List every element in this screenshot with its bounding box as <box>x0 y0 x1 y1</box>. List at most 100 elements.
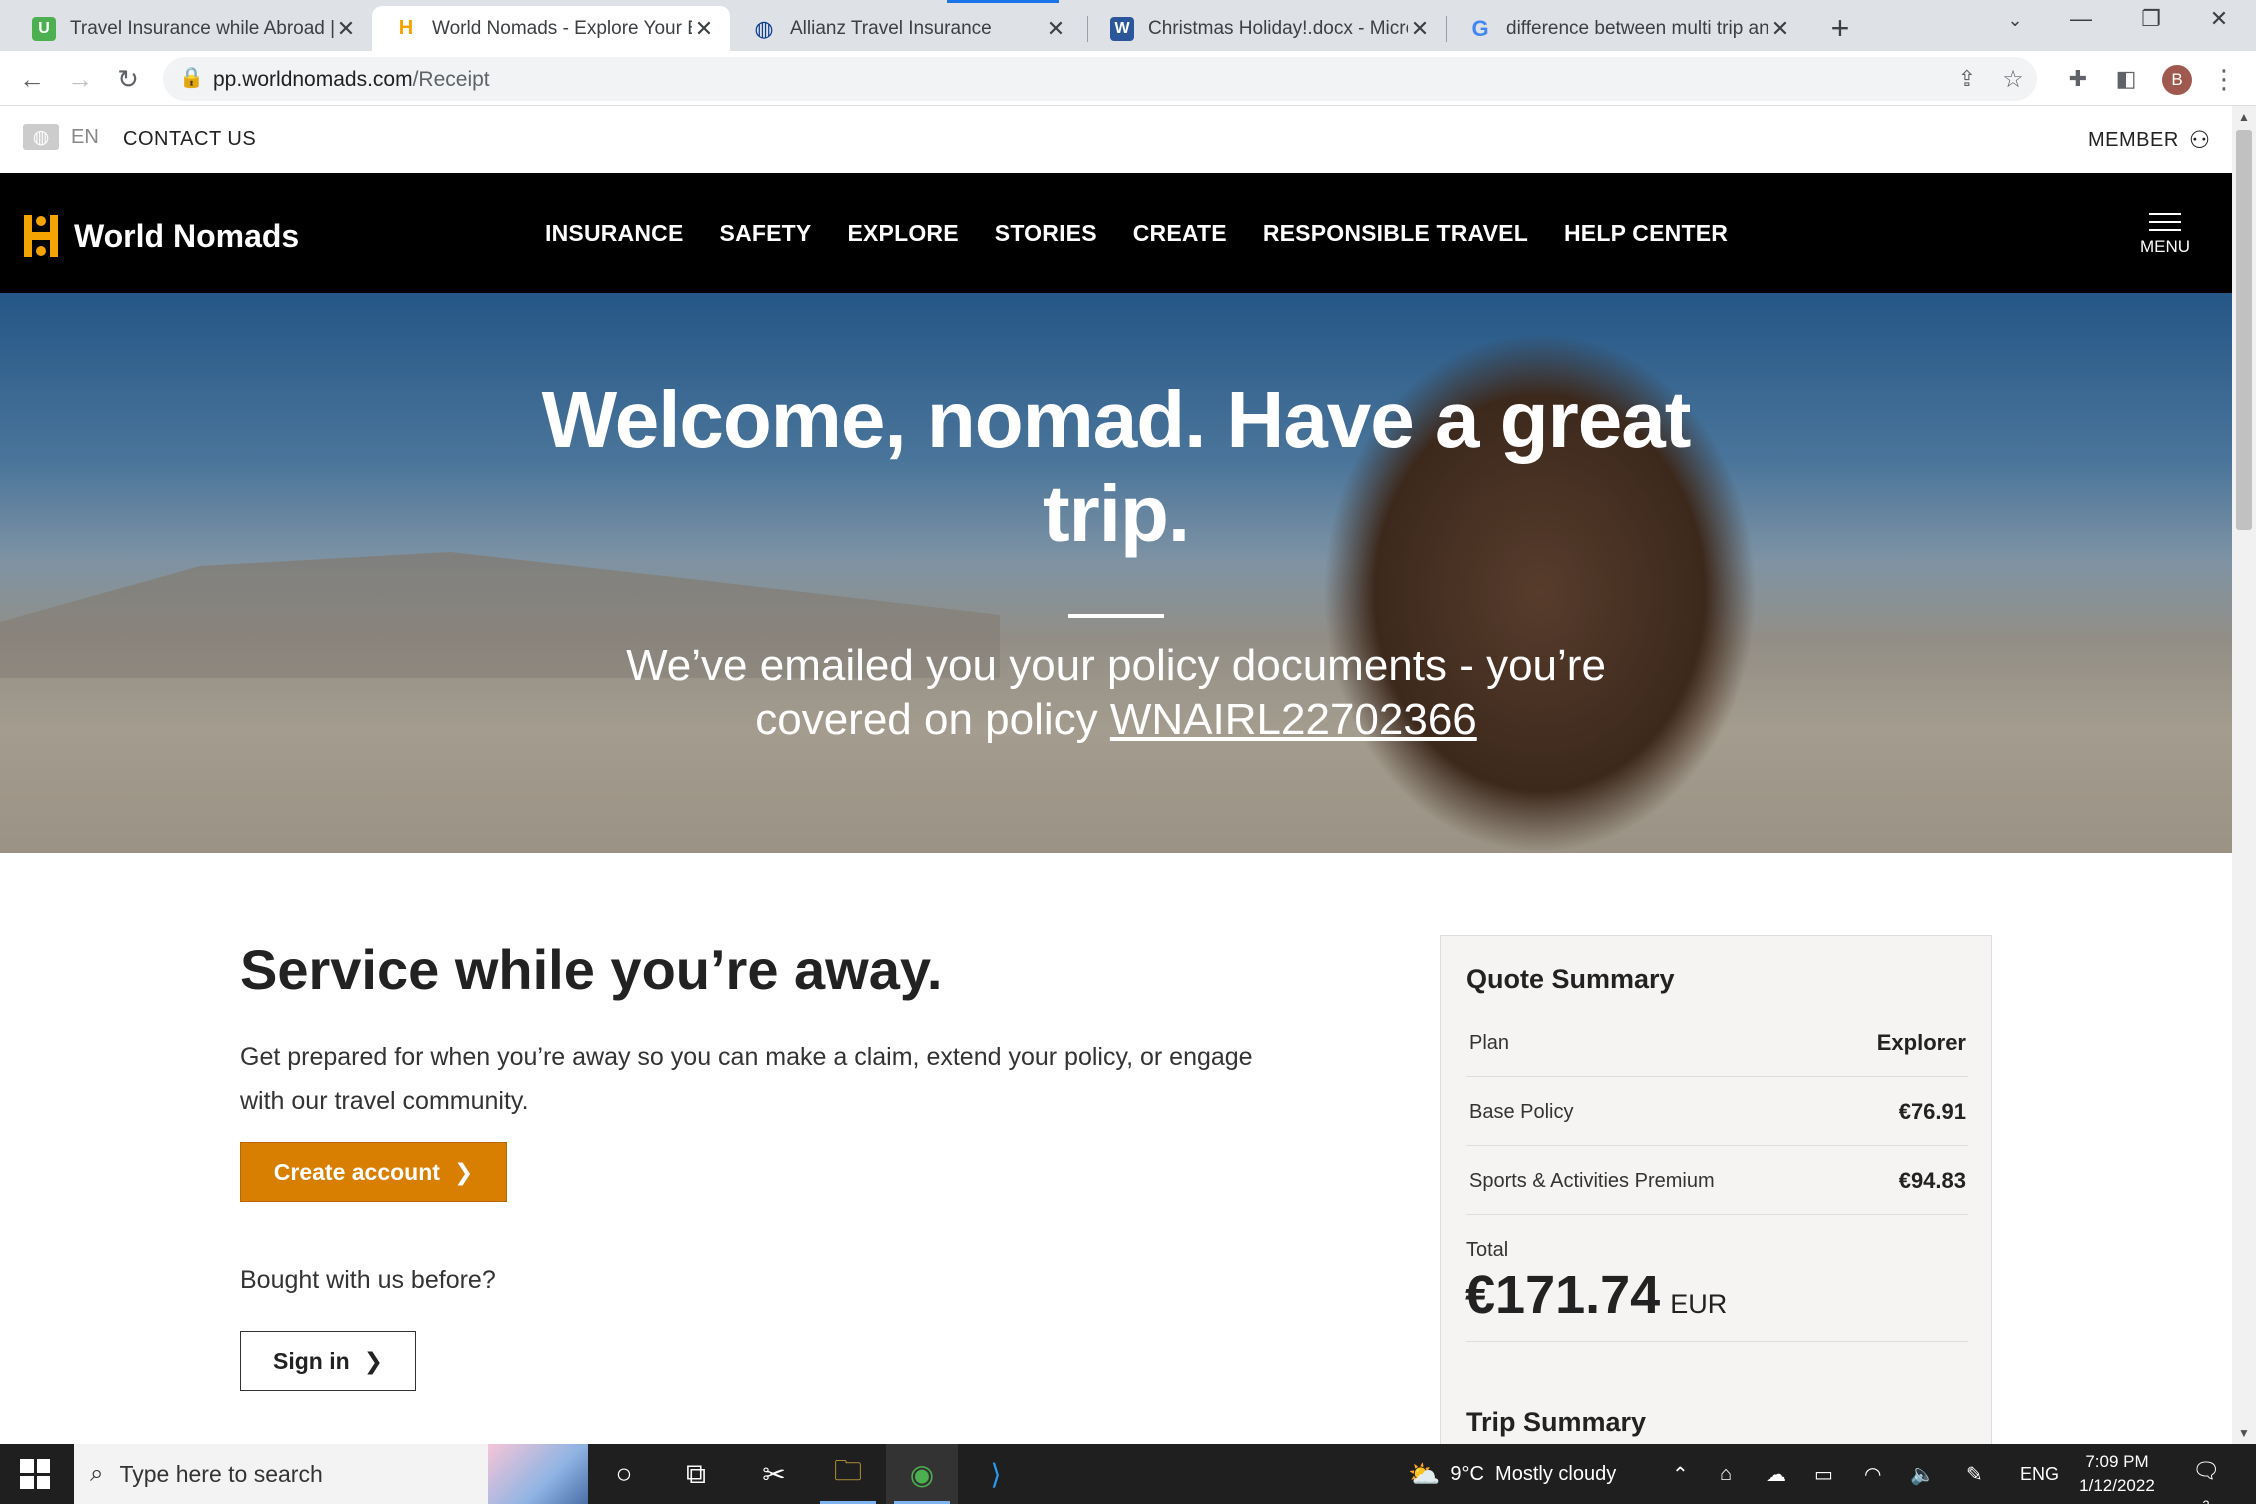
share-icon[interactable]: ⇪ <box>1947 59 1987 99</box>
tab-search-chevron-icon[interactable]: ⌄ <box>1982 10 2048 31</box>
service-heading: Service while you’re away. <box>240 938 943 1001</box>
wifi-icon[interactable]: ◠ <box>1864 1444 1881 1504</box>
nav-help-center[interactable]: HELP CENTER <box>1564 220 1728 247</box>
world-nomads-logo-icon <box>24 215 58 257</box>
create-account-button[interactable]: Create account ❯ <box>240 1142 507 1202</box>
extensions-puzzle-icon[interactable]: ✚ <box>2058 59 2098 99</box>
battery-icon[interactable]: ▭ <box>1814 1444 1833 1504</box>
language-selector[interactable]: ◍ EN <box>23 124 99 150</box>
meet-now-icon[interactable]: ⌂ <box>1720 1444 1732 1504</box>
task-view-icon[interactable]: ⧉ <box>660 1444 732 1504</box>
tab-title: Allianz Travel Insurance <box>790 17 992 39</box>
onedrive-cloud-icon[interactable]: ☁ <box>1766 1444 1786 1504</box>
word-favicon-icon: W <box>1110 16 1134 41</box>
url-path: /Receipt <box>412 68 490 91</box>
address-bar[interactable]: 🔒 pp.worldnomads.com/Receipt ⇪ ☆ <box>163 57 2037 101</box>
notification-count: 2 <box>2202 1497 2209 1504</box>
close-icon[interactable]: ✕ <box>1044 16 1068 42</box>
hero-banner: Welcome, nomad. Have a great trip. We’ve… <box>0 293 2232 853</box>
total-label: Total <box>1466 1239 1509 1261</box>
quote-row-label: Base Policy <box>1469 1101 1574 1123</box>
quote-summary-title: Quote Summary <box>1466 964 1675 994</box>
menu-label: MENU <box>2140 237 2191 256</box>
quote-row-value: Explorer <box>1876 1030 1966 1055</box>
logo-text: World Nomads <box>74 217 300 254</box>
snipping-tool-icon[interactable]: ✂ <box>738 1444 810 1504</box>
tab-loading-indicator <box>947 0 1059 3</box>
total-amount: €171.74 EUR <box>1465 1264 1727 1326</box>
tab-world-nomads[interactable]: H World Nomads - Explore Your Bo ✕ <box>372 6 730 51</box>
total-value: €171.74 <box>1465 1265 1661 1325</box>
menu-button[interactable]: MENU <box>2140 213 2190 257</box>
pen-icon[interactable]: ✎ <box>1966 1444 1983 1504</box>
allianz-favicon-icon: ◍ <box>754 15 774 41</box>
search-placeholder: Type here to search <box>119 1460 323 1487</box>
more-menu-icon[interactable]: ⋮ <box>2204 59 2244 99</box>
bought-before-text: Bought with us before? <box>240 1266 496 1294</box>
tab-allianz[interactable]: ◍ Allianz Travel Insurance ✕ <box>730 6 1082 51</box>
scrollbar-thumb[interactable] <box>2236 130 2252 530</box>
member-link[interactable]: MEMBER ⚇ <box>2088 126 2211 155</box>
nav-explore[interactable]: EXPLORE <box>847 220 958 247</box>
world-nomads-logo[interactable]: World Nomads <box>22 211 299 261</box>
quote-row-label: Plan <box>1469 1032 1510 1054</box>
upside-favicon-icon: U <box>32 16 56 41</box>
tab-travel-insurance[interactable]: U Travel Insurance while Abroad | C ✕ <box>10 6 372 51</box>
input-language[interactable]: ENG <box>2020 1444 2059 1504</box>
policy-number-link[interactable]: WNAIRL22702366 <box>1110 695 1477 744</box>
show-hidden-icons[interactable]: ⌃ <box>1672 1444 1689 1504</box>
nav-create[interactable]: CREATE <box>1133 220 1227 247</box>
back-icon[interactable]: ← <box>12 59 52 99</box>
volume-icon[interactable]: 🔈 <box>1910 1444 1935 1504</box>
nav-safety[interactable]: SAFETY <box>720 220 812 247</box>
tab-word-document[interactable]: W Christmas Holiday!.docx - Micros ✕ <box>1088 6 1446 51</box>
page-scrollbar[interactable]: ▲ ▼ <box>2232 106 2256 1444</box>
quote-row-plan: Plan Explorer <box>1466 1008 1968 1077</box>
close-window-icon[interactable]: ✕ <box>2186 6 2252 32</box>
taskbar-search-box[interactable]: ⌕ Type here to search <box>74 1444 588 1504</box>
hero-title: Welcome, nomad. Have a great trip. <box>541 375 1692 558</box>
close-icon[interactable]: ✕ <box>1768 16 1792 42</box>
nav-links: INSURANCE SAFETY EXPLORE STORIES CREATE … <box>545 173 1764 293</box>
reload-icon[interactable]: ↻ <box>108 59 148 99</box>
language-label: EN <box>71 125 99 148</box>
minimize-icon[interactable]: — <box>2048 6 2114 32</box>
close-icon[interactable]: ✕ <box>1408 16 1432 42</box>
notification-center-icon[interactable]: 🗨2 <box>2190 1458 2222 1504</box>
bookmark-star-icon[interactable]: ☆ <box>1993 59 2033 99</box>
restore-icon[interactable]: ❐ <box>2118 6 2184 32</box>
close-icon[interactable]: ✕ <box>692 16 716 42</box>
contact-us-link[interactable]: CONTACT US <box>123 128 256 151</box>
service-description: Get prepared for when you’re away so you… <box>240 1043 1253 1115</box>
quote-row-base-policy: Base Policy €76.91 <box>1466 1077 1968 1146</box>
nav-insurance[interactable]: INSURANCE <box>545 220 684 247</box>
nav-stories[interactable]: STORIES <box>995 220 1097 247</box>
user-icon: ⚇ <box>2188 127 2211 154</box>
scroll-down-icon[interactable]: ▼ <box>2232 1426 2256 1440</box>
forward-icon[interactable]: → <box>60 59 100 99</box>
file-explorer-icon[interactable]: 🗀 <box>812 1444 884 1504</box>
search-highlight-image <box>488 1444 588 1504</box>
sign-in-label: Sign in <box>273 1347 350 1374</box>
world-nomads-favicon-icon: H <box>398 17 414 39</box>
profile-avatar[interactable]: B <box>2162 65 2192 95</box>
scroll-up-icon[interactable]: ▲ <box>2232 110 2256 124</box>
new-tab-button[interactable]: + <box>1822 10 1858 47</box>
web-page: ◍ EN CONTACT US MEMBER ⚇ World Nomads IN… <box>0 106 2232 1444</box>
tab-google-search[interactable]: G difference between multi trip anc ✕ <box>1446 6 1806 51</box>
quote-row-label: Sports & Activities Premium <box>1469 1170 1715 1192</box>
tab-title: Travel Insurance while Abroad | C <box>70 17 334 39</box>
hero-divider <box>1068 614 1164 618</box>
chrome-icon[interactable]: ◉ <box>886 1444 958 1504</box>
cortana-icon[interactable]: ○ <box>588 1444 660 1504</box>
close-icon[interactable]: ✕ <box>334 16 358 42</box>
nav-responsible-travel[interactable]: RESPONSIBLE TRAVEL <box>1263 220 1528 247</box>
hero-subtitle: We’ve emailed you your policy documents … <box>560 639 1672 747</box>
sign-in-button[interactable]: Sign in ❯ <box>240 1331 416 1391</box>
weather-widget[interactable]: ⛅ 9°C Mostly cloudy <box>1408 1444 1616 1504</box>
system-clock[interactable]: 7:09 PM 1/12/2022 <box>2072 1450 2162 1498</box>
windows-start-icon[interactable] <box>20 1459 50 1489</box>
vscode-icon[interactable]: ⟩ <box>960 1444 1032 1504</box>
side-panel-icon[interactable]: ◧ <box>2106 59 2146 99</box>
weather-cloud-icon: ⛅ <box>1408 1458 1441 1489</box>
